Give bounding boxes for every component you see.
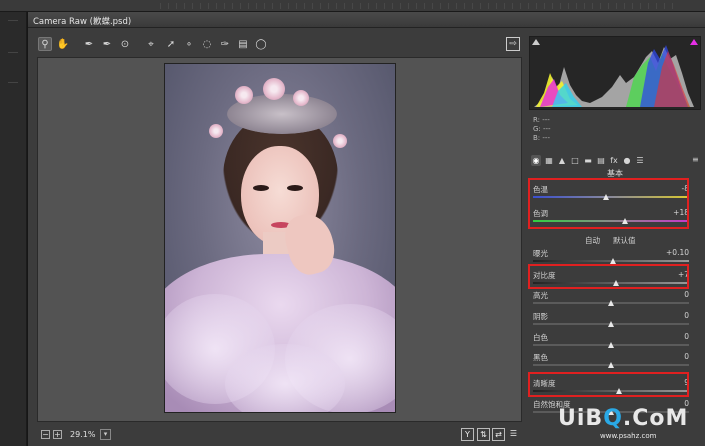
slider-thumb[interactable]	[608, 362, 614, 368]
slider-value[interactable]: 0	[684, 352, 689, 361]
slider-label: 高光	[533, 291, 548, 300]
histogram-graph	[534, 45, 694, 107]
slider-value[interactable]: 0	[684, 332, 689, 341]
slider-value[interactable]: 0	[684, 311, 689, 320]
slider-label: 黑色	[533, 353, 548, 362]
app-top-strip	[0, 0, 705, 12]
slider-whites[interactable]: 白色 0	[531, 332, 693, 352]
slider-label: 白色	[533, 333, 548, 342]
watermark-brand-com: .CoM	[622, 406, 689, 431]
split-toning-tab-icon[interactable]: ▬	[583, 155, 593, 166]
rgb-b: B: ---	[533, 134, 550, 142]
adjustment-brush-icon[interactable]: ✑	[218, 37, 232, 51]
presets-tab-icon[interactable]: ☰	[635, 155, 645, 166]
basic-tab-icon[interactable]: ◉	[531, 155, 541, 166]
fx-tab-icon[interactable]: fx	[609, 155, 619, 166]
preview-canvas[interactable]	[37, 57, 522, 422]
gutter-mark	[8, 52, 18, 53]
zoom-level: 29.1%	[70, 430, 96, 439]
slider-label: 阴影	[533, 312, 548, 321]
zoom-dropdown-icon[interactable]: ▾	[100, 429, 111, 440]
view-settings-icon[interactable]: ☰	[507, 428, 520, 441]
white-balance-tool-icon[interactable]: ✒	[82, 37, 96, 51]
slider-thumb[interactable]	[608, 342, 614, 348]
slider-value[interactable]: 0	[684, 290, 689, 299]
watermark-logo: UiBQ.CoM www.psahz.com	[558, 406, 688, 440]
highlight-box-contrast	[528, 264, 689, 289]
window-title: Camera Raw (歉蝶.psd)	[33, 17, 132, 27]
photo-eye	[287, 185, 303, 191]
histogram	[529, 36, 701, 110]
slider-value[interactable]: +0.10	[666, 248, 689, 257]
panel-tabs: ◉ ▦ ▲ □ ▬ ▤ fx ● ☰ ≡	[529, 154, 701, 168]
crop-tool-icon[interactable]: ⌖	[144, 37, 158, 51]
rgb-g: G: ---	[533, 125, 551, 133]
zoom-tool-icon[interactable]: ⚲	[38, 37, 52, 51]
gutter-mark	[8, 20, 18, 21]
view-mode-button[interactable]: Y	[461, 428, 474, 441]
photo-eye	[253, 185, 269, 191]
watermark-brand-q: Q	[603, 406, 623, 431]
color-sampler-tool-icon[interactable]: ✒	[100, 37, 114, 51]
default-button[interactable]: 默认值	[613, 235, 636, 246]
camera-calibration-tab-icon[interactable]: ●	[622, 155, 632, 166]
photo-flower	[209, 124, 223, 138]
tone-curve-tab-icon[interactable]: ▦	[544, 155, 554, 166]
ruler-ticks	[160, 3, 680, 9]
detail-tab-icon[interactable]: ▲	[557, 155, 567, 166]
rgb-r: R: ---	[533, 116, 550, 124]
app-left-gutter	[0, 12, 27, 446]
hand-tool-icon[interactable]: ✋	[56, 37, 70, 51]
photo-flower	[235, 86, 253, 104]
graduated-filter-icon[interactable]: ▤	[236, 37, 250, 51]
slider-thumb[interactable]	[608, 321, 614, 327]
gutter-mark	[8, 82, 18, 83]
hsl-tab-icon[interactable]: □	[570, 155, 580, 166]
zoom-in-button[interactable]: +	[53, 430, 62, 439]
slider-label: 曝光	[533, 249, 548, 258]
watermark-url: www.psahz.com	[600, 432, 657, 440]
status-bar: − + 29.1% ▾ Y ⇅ ⇄ ☰	[37, 428, 522, 442]
panel-menu-icon[interactable]: ≡	[692, 155, 699, 164]
radial-filter-icon[interactable]: ◯	[254, 37, 268, 51]
red-eye-tool-icon[interactable]: ◌	[200, 37, 214, 51]
adjustment-panel: R: --- G: --- B: --- ◉ ▦ ▲ □ ▬ ▤ fx ● ☰ …	[527, 32, 705, 446]
auto-button[interactable]: 自动	[585, 235, 600, 246]
camera-raw-dialog: Camera Raw (歉蝶.psd) ⚲ ✋ ✒ ✒ ⊙ ⌖ ➚ ∘ ◌ ✑ …	[27, 12, 705, 446]
toolbar: ⚲ ✋ ✒ ✒ ⊙ ⌖ ➚ ∘ ◌ ✑ ▤ ◯	[38, 34, 548, 56]
lens-corrections-tab-icon[interactable]: ▤	[596, 155, 606, 166]
spot-removal-tool-icon[interactable]: ∘	[182, 37, 196, 51]
highlight-box-clarity	[528, 372, 689, 397]
preview-image	[164, 63, 396, 413]
save-icon[interactable]: ⇨	[506, 37, 520, 51]
targeted-adjustment-tool-icon[interactable]: ⊙	[118, 37, 132, 51]
title-bar[interactable]: Camera Raw (歉蝶.psd)	[28, 12, 705, 28]
photo-flower	[263, 78, 285, 100]
zoom-out-button[interactable]: −	[41, 430, 50, 439]
slider-thumb[interactable]	[608, 300, 614, 306]
highlight-clipping-icon[interactable]	[690, 39, 698, 45]
shadow-clipping-icon[interactable]	[532, 39, 540, 45]
photo-flower	[333, 134, 347, 148]
slider-highlights[interactable]: 高光 0	[531, 290, 693, 310]
highlight-box-white-balance	[528, 178, 689, 229]
straighten-tool-icon[interactable]: ➚	[164, 37, 178, 51]
before-after-button[interactable]: ⇅	[477, 428, 490, 441]
watermark-brand-u: UiB	[558, 406, 604, 431]
photo-flower	[293, 90, 309, 106]
watermark-brand: UiBQ.CoM	[558, 406, 688, 431]
slider-shadows[interactable]: 阴影 0	[531, 311, 693, 331]
rgb-readout: R: --- G: --- B: ---	[533, 116, 551, 143]
slider-blacks[interactable]: 黑色 0	[531, 352, 693, 372]
swap-before-after-button[interactable]: ⇄	[492, 428, 505, 441]
